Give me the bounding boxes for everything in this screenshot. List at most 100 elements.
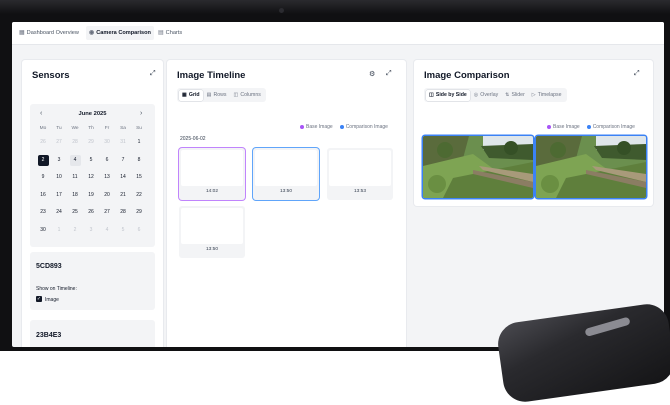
sensor-card[interactable]: 5CD893 Show on Timeline: ✓ Image (30, 252, 155, 310)
calendar-day[interactable]: 16 (38, 190, 49, 201)
legend-label: Comparison Image (345, 124, 388, 130)
calendar-day[interactable]: 6 (134, 225, 145, 236)
calendar-day[interactable]: 27 (54, 137, 65, 148)
calendar-day[interactable]: 30 (38, 225, 49, 236)
image-timeline-title: Image Timeline (177, 70, 246, 81)
calendar-day[interactable]: 8 (134, 155, 145, 166)
calendar-day[interactable]: 22 (134, 190, 145, 201)
camera-icon: ◉ (89, 30, 95, 36)
expand-icon[interactable]: ⤢ (150, 70, 156, 78)
mode-label: Slider (511, 91, 525, 98)
garden-photo (423, 136, 533, 198)
calendar-day[interactable]: 2 (37, 154, 49, 166)
expand-icon[interactable]: ⤢ (634, 70, 640, 78)
calendar-day[interactable]: 4 (102, 225, 113, 236)
comparison-legend: Base Image Comparison Image (547, 124, 635, 130)
timelapse-button[interactable]: ▷ Timelapse (529, 90, 565, 101)
calendar-day[interactable]: 7 (118, 155, 129, 166)
grid-view-button[interactable]: ▦ Grid (179, 89, 203, 101)
thumbnail-image (255, 150, 317, 186)
calendar-day[interactable]: 24 (54, 207, 65, 218)
show-on-timeline-label: Show on Timeline: (36, 286, 77, 292)
tab-dashboard-overview[interactable]: ▦ Dashboard Overview (16, 26, 82, 40)
calendar-day[interactable]: 26 (38, 137, 49, 148)
calendar-day[interactable]: 12 (86, 172, 97, 183)
calendar-day[interactable]: 20 (102, 190, 113, 201)
calendar-day[interactable]: 26 (86, 207, 97, 218)
calendar-day[interactable]: 4 (69, 154, 81, 166)
base-image-swatch (547, 125, 551, 129)
app-screen: ▦ Dashboard Overview ◉ Camera Comparison… (12, 22, 664, 347)
comparison-image (536, 136, 646, 198)
weekday-label: Mo (39, 126, 47, 131)
legend-label: Base Image (553, 124, 580, 130)
calendar-day[interactable]: 2 (70, 225, 81, 236)
calendar-day[interactable]: 28 (70, 137, 81, 148)
grid-icon: ▦ (182, 91, 187, 98)
expand-icon[interactable]: ⤢ (386, 70, 392, 78)
slider-button[interactable]: ⇅ Slider (502, 90, 528, 101)
rows-icon: ▤ (206, 91, 212, 98)
sensors-title: Sensors (32, 70, 70, 81)
columns-view-button[interactable]: ◫ Columns (230, 90, 263, 101)
sensor-id: 5CD893 (36, 263, 62, 270)
calendar-day[interactable]: 31 (118, 137, 129, 148)
thumbnail-image (329, 150, 391, 186)
weekday-label: Su (136, 126, 142, 131)
calendar-day[interactable]: 3 (54, 155, 65, 166)
calendar-day[interactable]: 17 (54, 190, 65, 201)
tab-label: Charts (165, 30, 183, 36)
columns-icon: ◫ (233, 91, 239, 98)
timeline-thumbnail[interactable]: 13:50 (179, 206, 245, 258)
side-by-side-button[interactable]: ◫ Side by Side (426, 89, 470, 101)
thumbnail-time: 13:50 (279, 189, 292, 194)
calendar-day[interactable]: 5 (86, 155, 97, 166)
legend-label: Base Image (306, 124, 333, 130)
view-label: Grid (188, 91, 200, 98)
calendar-day[interactable]: 18 (70, 190, 81, 201)
bezel-highlight (0, 0, 670, 14)
calendar-day[interactable]: 27 (102, 207, 113, 218)
calendar-day[interactable]: 5 (118, 225, 129, 236)
tab-charts[interactable]: ▤ Charts (155, 26, 185, 40)
gear-icon[interactable]: ⚙ (369, 70, 375, 78)
calendar-day[interactable]: 3 (86, 225, 97, 236)
calendar-day[interactable]: 10 (54, 172, 65, 183)
calendar-day[interactable]: 30 (102, 137, 113, 148)
sensors-panel: Sensors ⤢ ‹ June 2025 › Mo Tu We Th Fr Sa Su 26… (22, 60, 163, 347)
rows-view-button[interactable]: ▤ Rows (204, 90, 230, 101)
calendar-day[interactable]: 1 (134, 137, 145, 148)
calendar-day[interactable]: 21 (118, 190, 129, 201)
calendar-day[interactable]: 14 (118, 172, 129, 183)
image-timeline-panel: Image Timeline ⚙ ⤢ ▦ Grid ▤ Rows ◫ Colum… (167, 60, 406, 347)
next-month-icon[interactable]: › (140, 110, 142, 117)
calendar-day[interactable]: 28 (118, 207, 129, 218)
tab-camera-comparison[interactable]: ◉ Camera Comparison (86, 26, 154, 40)
calendar-day[interactable]: 23 (38, 207, 49, 218)
calendar-day[interactable]: 25 (70, 207, 81, 218)
view-label: Columns (240, 91, 261, 98)
timeline-legend: Base Image Comparison Image (300, 124, 388, 130)
calendar-day[interactable]: 29 (134, 207, 145, 218)
calendar-day[interactable]: 6 (102, 155, 113, 166)
slider-icon: ⇅ (505, 91, 510, 98)
timeline-thumbnail[interactable]: 14:02 (179, 148, 245, 200)
image-comparison-panel: Image Comparison ⤢ ◫ Side by Side ◎ Over… (414, 60, 653, 206)
weekday-label: Th (88, 126, 94, 131)
calendar-day[interactable]: 1 (54, 225, 65, 236)
timeline-thumbnail[interactable]: 13:53 (327, 148, 393, 200)
image-checkbox[interactable]: ✓ (36, 296, 42, 302)
calendar-day[interactable]: 15 (134, 172, 145, 183)
weekday-label: Tu (56, 126, 62, 131)
play-icon: ▷ (531, 91, 536, 98)
timeline-thumbnail[interactable]: 13:50 (253, 148, 319, 200)
calendar-day[interactable]: 19 (86, 190, 97, 201)
overlay-button[interactable]: ◎ Overlay (471, 90, 501, 101)
device-slot (584, 316, 631, 337)
calendar-day[interactable]: 13 (102, 172, 113, 183)
view-toggle: ▦ Grid ▤ Rows ◫ Columns (177, 88, 266, 102)
calendar-day[interactable]: 11 (70, 172, 81, 183)
calendar-day[interactable]: 29 (86, 137, 97, 148)
sensor-card[interactable]: 23B4E3 (30, 320, 155, 347)
calendar-day[interactable]: 9 (38, 172, 49, 183)
